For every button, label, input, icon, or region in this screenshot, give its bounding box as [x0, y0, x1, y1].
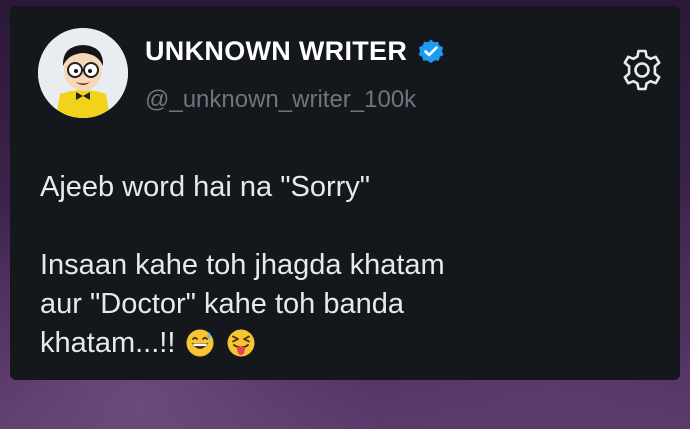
- gear-icon[interactable]: [618, 46, 666, 94]
- user-handle[interactable]: @_unknown_writer_100k: [145, 86, 416, 114]
- cartoon-boy-avatar-icon: [38, 28, 128, 118]
- avatar[interactable]: [38, 28, 128, 118]
- tweet-line: Ajeeb word hai na "Sorry": [40, 171, 371, 203]
- tweet-line: khatam...!!: [40, 327, 176, 359]
- tweet-text: Ajeeb word hai na "Sorry" Insaan kahe to…: [40, 168, 640, 363]
- display-name[interactable]: UNKNOWN WRITER: [145, 36, 407, 67]
- tweet-card: UNKNOWN WRITER @_unknown_writer_100k Aje…: [10, 6, 680, 380]
- squinting-tongue-emoji-icon: [226, 328, 256, 358]
- tweet-line: aur "Doctor" kahe toh banda: [40, 288, 404, 320]
- tweet-line-last: khatam...!!: [40, 324, 640, 363]
- tweet-line: Insaan kahe toh jhagda khatam: [40, 249, 445, 281]
- name-row: UNKNOWN WRITER: [145, 36, 445, 67]
- grinning-sweat-emoji-icon: [185, 328, 215, 358]
- verified-badge-icon: [417, 38, 445, 66]
